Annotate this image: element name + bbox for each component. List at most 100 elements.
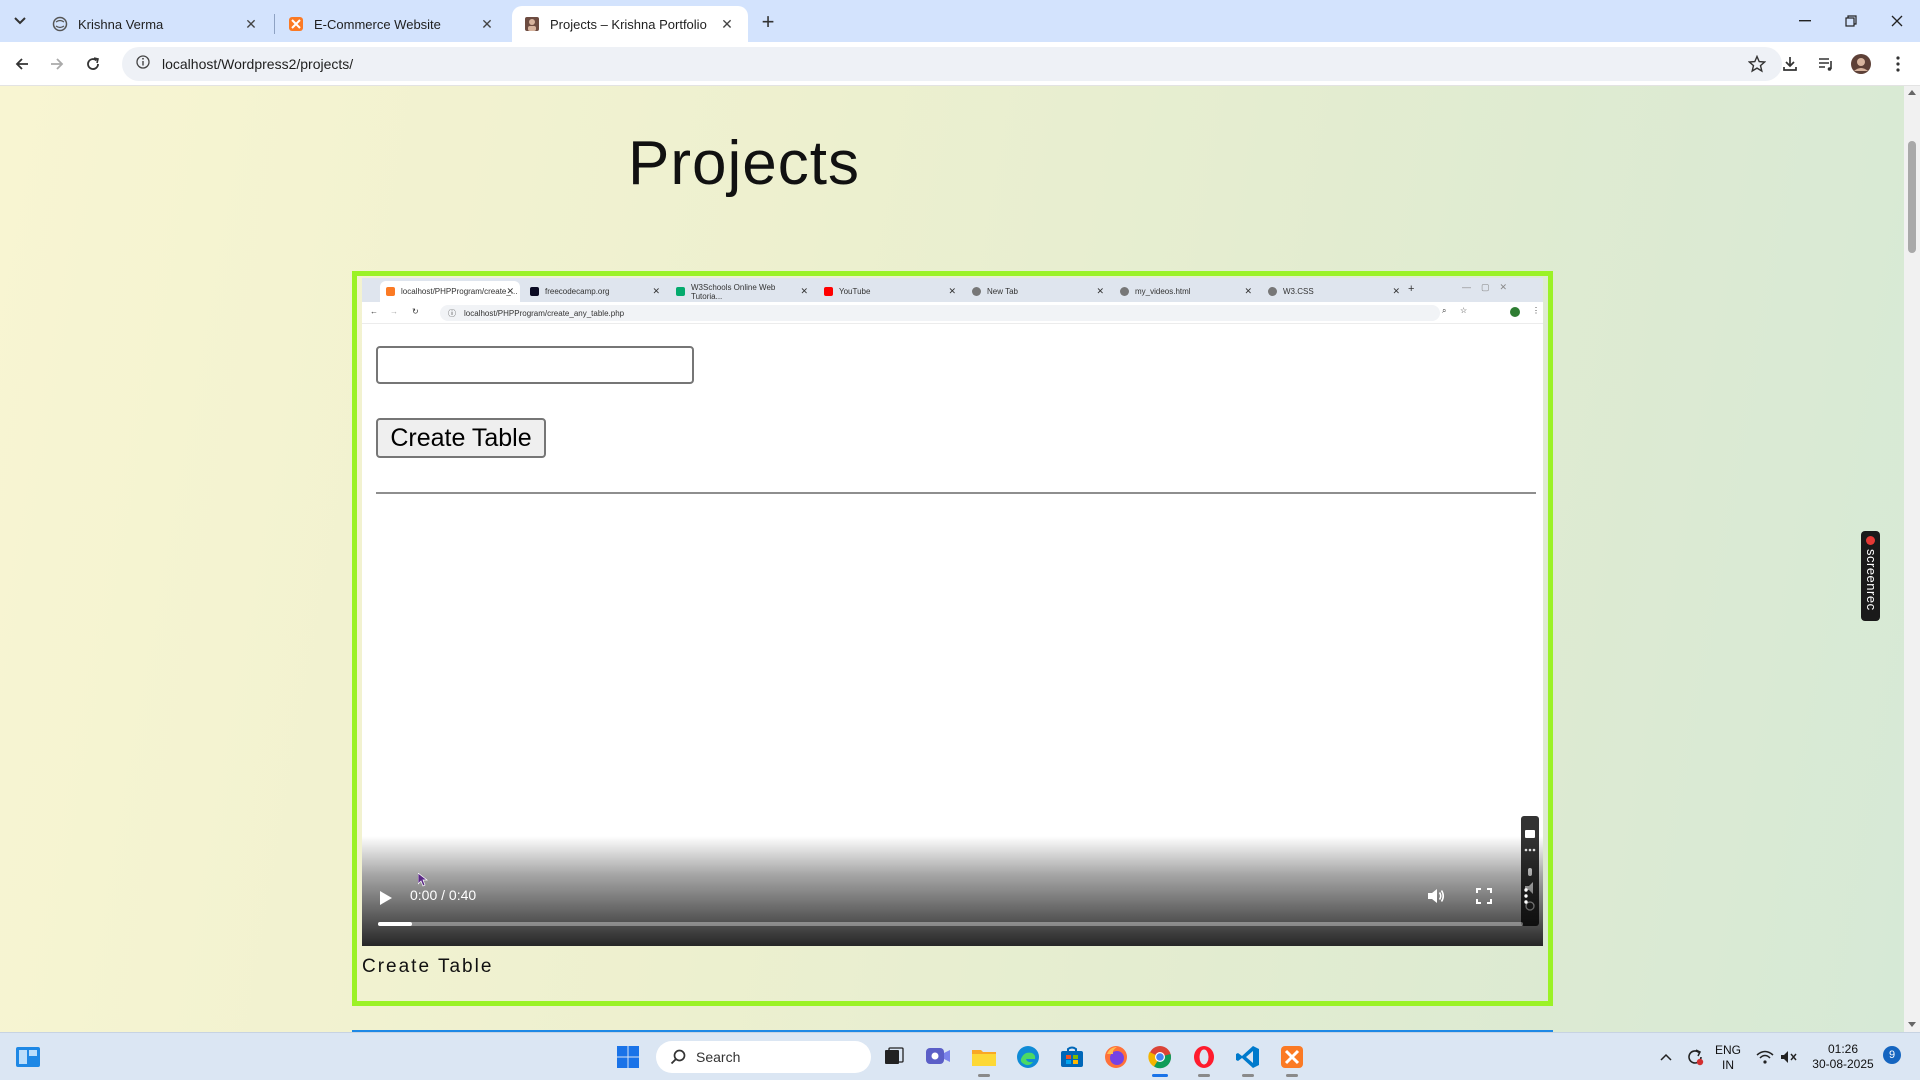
windows-taskbar: Search ENG IN 01:26 30-08-2025 — [0, 1032, 1920, 1080]
downloads-icon[interactable] — [1775, 49, 1805, 79]
browser-menu-icon[interactable] — [1883, 49, 1913, 79]
file-explorer-icon[interactable] — [968, 1041, 1000, 1077]
tab-projects-portfolio[interactable]: Projects – Krishna Portfolio ✕ — [512, 6, 748, 42]
zoom-icon: ⌕ — [1442, 306, 1447, 315]
active-indicator — [1152, 1074, 1168, 1077]
bookmark-star-icon: ☆ — [1460, 306, 1468, 315]
profile-avatar — [1510, 307, 1520, 317]
close-tab-icon: ✕ — [948, 286, 956, 296]
browser-menu-icon: ⋮ — [1532, 306, 1540, 315]
xampp-icon — [386, 287, 395, 296]
fullscreen-icon[interactable] — [1472, 884, 1496, 908]
recorded-tab-bar: localhost/PHPProgram/create_... ✕ freeco… — [362, 278, 1543, 302]
recorded-tab: localhost/PHPProgram/create_... ✕ — [380, 281, 520, 302]
forward-icon[interactable] — [42, 49, 72, 79]
site-info-icon[interactable] — [136, 54, 150, 74]
chrome-icon[interactable] — [1144, 1041, 1176, 1077]
reload-icon: ↻ — [412, 307, 419, 316]
close-tab-icon[interactable]: ✕ — [718, 15, 736, 33]
youtube-icon — [824, 287, 833, 296]
xampp-icon[interactable] — [1276, 1041, 1308, 1077]
notification-badge[interactable]: 9 — [1883, 1046, 1901, 1064]
tab-ecommerce-website[interactable]: E-Commerce Website ✕ — [276, 6, 508, 42]
project-video[interactable]: localhost/PHPProgram/create_... ✕ freeco… — [362, 278, 1543, 946]
running-indicator — [1286, 1074, 1298, 1077]
running-indicator — [1198, 1074, 1210, 1077]
volume-icon[interactable] — [1424, 884, 1448, 908]
reload-icon[interactable] — [78, 49, 108, 79]
task-view-icon[interactable] — [878, 1041, 910, 1073]
globe-icon — [972, 287, 981, 296]
new-tab-button[interactable]: + — [754, 8, 782, 36]
scroll-down-icon[interactable] — [1908, 1022, 1916, 1027]
profile-favicon-icon — [524, 16, 540, 32]
scrollbar-thumb[interactable] — [1908, 141, 1916, 253]
close-tab-icon[interactable]: ✕ — [478, 15, 496, 33]
close-tab-icon: ✕ — [652, 286, 660, 296]
video-progress-bar[interactable] — [378, 922, 1523, 926]
site-info-icon: ⓘ — [448, 308, 456, 318]
edge-browser-icon[interactable] — [1012, 1041, 1044, 1073]
search-placeholder: Search — [696, 1049, 741, 1065]
tab-label: Krishna Verma — [78, 16, 164, 32]
page-viewport: Projects localhost/PHPProgram/create_...… — [0, 86, 1904, 1032]
close-tab-icon: ✕ — [1096, 286, 1104, 296]
video-controls: 0:00 / 0:40 — [362, 836, 1543, 946]
recorded-table-name-input — [376, 346, 694, 384]
more-options-icon[interactable] — [1514, 884, 1538, 908]
recorded-tab: YouTube ✕ — [818, 281, 962, 302]
tab-krishna-verma[interactable]: Krishna Verma ✕ — [40, 6, 272, 42]
w3schools-icon — [676, 287, 685, 296]
recorded-tab: freecodecamp.org ✕ — [524, 281, 666, 302]
minimize-icon[interactable] — [1782, 6, 1828, 36]
close-tab-icon: ✕ — [506, 286, 514, 296]
media-controls-icon[interactable] — [1811, 49, 1841, 79]
project-caption: Create Table — [362, 956, 494, 977]
close-tab-icon: ✕ — [1244, 286, 1252, 296]
windows-start-icon[interactable] — [612, 1041, 644, 1073]
volume-muted-icon[interactable] — [1776, 1041, 1802, 1073]
bookmark-star-icon[interactable] — [1747, 54, 1767, 78]
clock[interactable]: 01:26 30-08-2025 — [1808, 1042, 1878, 1072]
running-indicator — [1242, 1074, 1254, 1077]
firefox-icon[interactable] — [1100, 1041, 1132, 1073]
close-window-icon[interactable] — [1874, 6, 1920, 36]
teams-meet-icon[interactable] — [922, 1041, 954, 1073]
screenrec-badge[interactable]: screenrec — [1861, 531, 1880, 621]
close-tab-icon[interactable]: ✕ — [242, 15, 260, 33]
restore-icon[interactable] — [1828, 6, 1874, 36]
recorded-toolbar: ← → ↻ ⓘ localhost/PHPProgram/create_any_… — [362, 302, 1543, 324]
wifi-icon[interactable] — [1752, 1041, 1778, 1073]
tab-search-icon[interactable] — [8, 10, 32, 32]
play-icon[interactable] — [380, 891, 392, 905]
running-indicator — [978, 1074, 990, 1077]
profile-avatar[interactable] — [1846, 49, 1876, 79]
globe-icon — [52, 16, 68, 32]
chevron-up-icon[interactable] — [1654, 1041, 1678, 1073]
back-icon[interactable] — [7, 49, 37, 79]
sync-status-icon[interactable] — [1682, 1041, 1708, 1073]
page-scrollbar[interactable] — [1904, 86, 1920, 1032]
vscode-icon[interactable] — [1232, 1041, 1264, 1077]
xampp-icon — [288, 16, 304, 32]
globe-icon — [1268, 287, 1277, 296]
freecodecamp-icon — [530, 287, 539, 296]
language-indicator[interactable]: ENG IN — [1712, 1043, 1744, 1073]
search-icon — [670, 1049, 686, 1065]
back-icon: ← — [370, 307, 378, 316]
scroll-up-icon[interactable] — [1908, 90, 1916, 95]
address-bar[interactable]: localhost/Wordpress2/projects/ — [122, 47, 1782, 81]
recorded-create-table-button: Create Table — [376, 418, 546, 458]
taskbar-search-box[interactable]: Search — [656, 1041, 871, 1073]
new-tab-icon: + — [1408, 283, 1415, 295]
recorded-tab: New Tab ✕ — [966, 281, 1110, 302]
widgets-icon[interactable] — [12, 1041, 44, 1073]
opera-icon[interactable] — [1188, 1041, 1220, 1077]
url-text: localhost/Wordpress2/projects/ — [162, 56, 354, 72]
microsoft-store-icon[interactable] — [1056, 1041, 1088, 1073]
close-tab-icon: ✕ — [800, 286, 808, 296]
video-progress-fill — [378, 922, 413, 926]
project-card: localhost/PHPProgram/create_... ✕ freeco… — [352, 271, 1553, 1006]
close-tab-icon: ✕ — [1392, 286, 1400, 296]
recorded-tab: W3Schools Online Web Tutoria... ✕ — [670, 281, 814, 302]
